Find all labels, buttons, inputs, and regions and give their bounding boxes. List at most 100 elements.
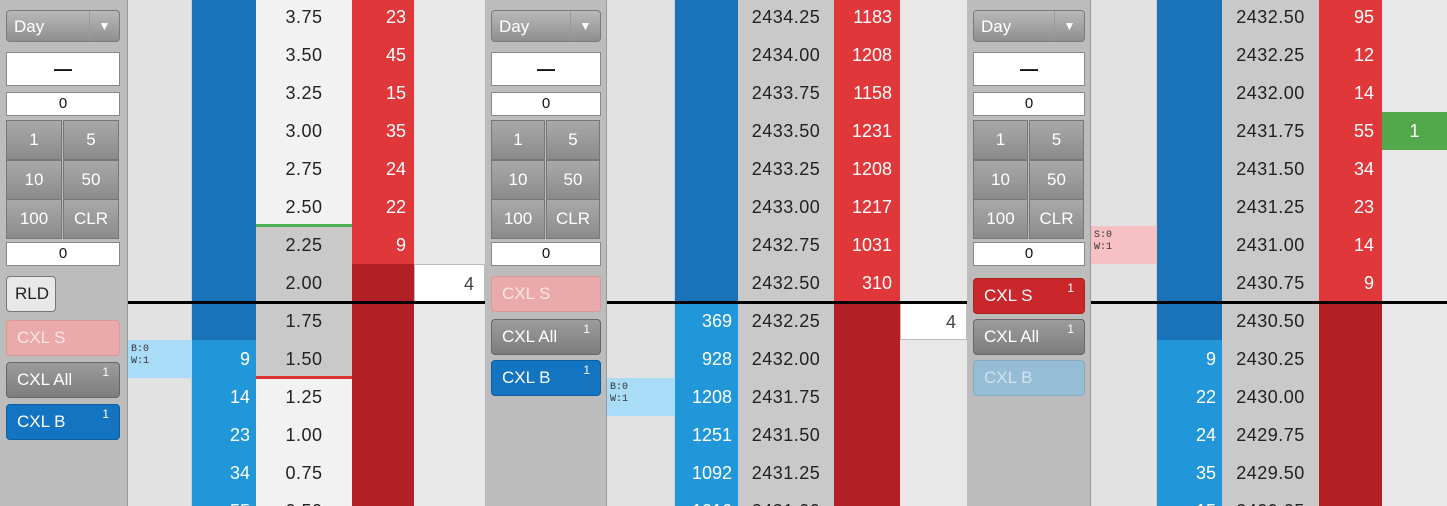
ask-size-cell[interactable]: 1183 bbox=[834, 0, 900, 36]
buy-work-cell[interactable] bbox=[607, 74, 675, 112]
qty-button-10[interactable]: 10 bbox=[6, 160, 62, 200]
ask-size-cell[interactable]: 1217 bbox=[834, 188, 900, 226]
buy-work-cell[interactable] bbox=[607, 454, 675, 492]
bid-size-cell[interactable]: 369 bbox=[675, 302, 738, 340]
ask-size-cell[interactable] bbox=[834, 340, 900, 378]
sell-work-cell[interactable] bbox=[414, 0, 485, 36]
bid-size-cell[interactable] bbox=[192, 226, 256, 264]
bid-size-cell[interactable] bbox=[1157, 0, 1222, 36]
bid-size-cell[interactable]: 1092 bbox=[675, 454, 738, 492]
ask-size-cell[interactable]: 12 bbox=[1319, 36, 1382, 74]
buy-work-cell[interactable] bbox=[1091, 188, 1157, 226]
buy-work-cell[interactable] bbox=[607, 226, 675, 264]
sell-work-cell[interactable] bbox=[900, 454, 967, 492]
bid-size-cell[interactable]: 55 bbox=[192, 492, 256, 506]
ask-size-cell[interactable]: 310 bbox=[834, 264, 900, 302]
sell-work-cell[interactable] bbox=[900, 188, 967, 226]
buy-work-cell[interactable] bbox=[1091, 264, 1157, 302]
sell-work-cell[interactable] bbox=[900, 150, 967, 188]
sell-work-cell[interactable] bbox=[1382, 454, 1447, 492]
ask-size-cell[interactable] bbox=[834, 454, 900, 492]
ask-size-cell[interactable] bbox=[352, 264, 414, 302]
bid-size-cell[interactable] bbox=[192, 0, 256, 36]
bid-size-cell[interactable] bbox=[675, 264, 738, 302]
bid-size-cell[interactable] bbox=[1157, 188, 1222, 226]
bid-size-cell[interactable] bbox=[1157, 150, 1222, 188]
ask-size-cell[interactable]: 1208 bbox=[834, 150, 900, 188]
buy-work-cell[interactable] bbox=[1091, 416, 1157, 454]
bid-size-cell[interactable] bbox=[192, 264, 256, 302]
buy-work-cell[interactable] bbox=[1091, 0, 1157, 36]
bid-size-cell[interactable] bbox=[192, 150, 256, 188]
buy-work-cell[interactable] bbox=[607, 264, 675, 302]
buy-work-cell[interactable] bbox=[607, 150, 675, 188]
ask-size-cell[interactable]: 23 bbox=[1319, 188, 1382, 226]
bid-size-cell[interactable] bbox=[675, 112, 738, 150]
sell-work-cell[interactable]: 4 bbox=[900, 302, 967, 340]
sell-work-cell[interactable] bbox=[1382, 378, 1447, 416]
bid-size-cell[interactable]: 23 bbox=[192, 416, 256, 454]
qty-button-5[interactable]: 5 bbox=[63, 120, 119, 160]
qty-button-10[interactable]: 10 bbox=[491, 160, 545, 200]
bid-size-cell[interactable]: 24 bbox=[1157, 416, 1222, 454]
qty-button-50[interactable]: 50 bbox=[546, 160, 600, 200]
buy-work-cell[interactable] bbox=[1091, 74, 1157, 112]
bid-size-cell[interactable]: 9 bbox=[1157, 340, 1222, 378]
quantity-field[interactable]: 0 bbox=[491, 92, 601, 116]
ask-size-cell[interactable]: 15 bbox=[352, 74, 414, 112]
tif-dropdown[interactable]: Day ▼ bbox=[491, 10, 601, 42]
sell-work-cell[interactable] bbox=[900, 0, 967, 36]
qty-button-100[interactable]: 100 bbox=[491, 199, 545, 239]
qty-button-5[interactable]: 5 bbox=[546, 120, 600, 160]
sell-work-cell[interactable] bbox=[900, 264, 967, 302]
ask-size-cell[interactable] bbox=[352, 340, 414, 378]
ask-size-cell[interactable] bbox=[1319, 416, 1382, 454]
buy-work-cell[interactable] bbox=[1091, 112, 1157, 150]
ask-size-cell[interactable]: 1031 bbox=[834, 226, 900, 264]
buy-work-cell[interactable] bbox=[607, 492, 675, 506]
sell-work-cell[interactable] bbox=[414, 302, 485, 340]
buy-work-cell[interactable] bbox=[128, 112, 192, 150]
buy-work-cell[interactable] bbox=[128, 188, 192, 226]
sell-work-cell[interactable] bbox=[1382, 302, 1447, 340]
ask-size-cell[interactable] bbox=[352, 492, 414, 506]
qty-button-5[interactable]: 5 bbox=[1029, 120, 1084, 160]
buy-work-cell[interactable] bbox=[128, 36, 192, 74]
bid-size-cell[interactable] bbox=[192, 188, 256, 226]
reload-button[interactable]: RLD bbox=[6, 276, 56, 312]
cancel-all-button[interactable]: CXL All 1 bbox=[973, 319, 1085, 355]
sell-work-cell[interactable] bbox=[1382, 492, 1447, 506]
sell-work-cell[interactable] bbox=[414, 454, 485, 492]
sell-work-cell[interactable] bbox=[1382, 264, 1447, 302]
sell-work-cell[interactable] bbox=[900, 226, 967, 264]
bid-size-cell[interactable] bbox=[192, 36, 256, 74]
clear-button[interactable]: CLR bbox=[546, 199, 600, 239]
bid-size-cell[interactable]: 1208 bbox=[675, 378, 738, 416]
quantity-field-2[interactable]: 0 bbox=[6, 242, 120, 266]
bid-size-cell[interactable]: 35 bbox=[1157, 454, 1222, 492]
bid-size-cell[interactable] bbox=[675, 0, 738, 36]
bid-size-cell[interactable]: 22 bbox=[1157, 378, 1222, 416]
tif-dropdown[interactable]: Day ▼ bbox=[6, 10, 120, 42]
ask-size-cell[interactable] bbox=[1319, 454, 1382, 492]
sell-work-cell[interactable] bbox=[1382, 150, 1447, 188]
ask-size-cell[interactable] bbox=[1319, 340, 1382, 378]
bid-size-cell[interactable] bbox=[1157, 302, 1222, 340]
bid-size-cell[interactable] bbox=[675, 188, 738, 226]
ask-size-cell[interactable] bbox=[352, 454, 414, 492]
bid-size-cell[interactable] bbox=[1157, 264, 1222, 302]
bid-size-cell[interactable] bbox=[675, 226, 738, 264]
qty-button-100[interactable]: 100 bbox=[6, 199, 62, 239]
bid-size-cell[interactable]: 14 bbox=[192, 378, 256, 416]
bid-size-cell[interactable]: 15 bbox=[1157, 492, 1222, 506]
sell-work-cell[interactable] bbox=[414, 74, 485, 112]
sell-work-cell[interactable] bbox=[1382, 340, 1447, 378]
ask-size-cell[interactable] bbox=[352, 378, 414, 416]
buy-work-cell[interactable] bbox=[1091, 36, 1157, 74]
bid-size-cell[interactable]: 34 bbox=[192, 454, 256, 492]
quantity-field[interactable]: 0 bbox=[973, 92, 1085, 116]
buy-work-cell[interactable] bbox=[128, 492, 192, 506]
cancel-sell-button[interactable]: CXL S bbox=[6, 320, 120, 356]
qty-button-1[interactable]: 1 bbox=[6, 120, 62, 160]
ask-size-cell[interactable]: 95 bbox=[1319, 0, 1382, 36]
